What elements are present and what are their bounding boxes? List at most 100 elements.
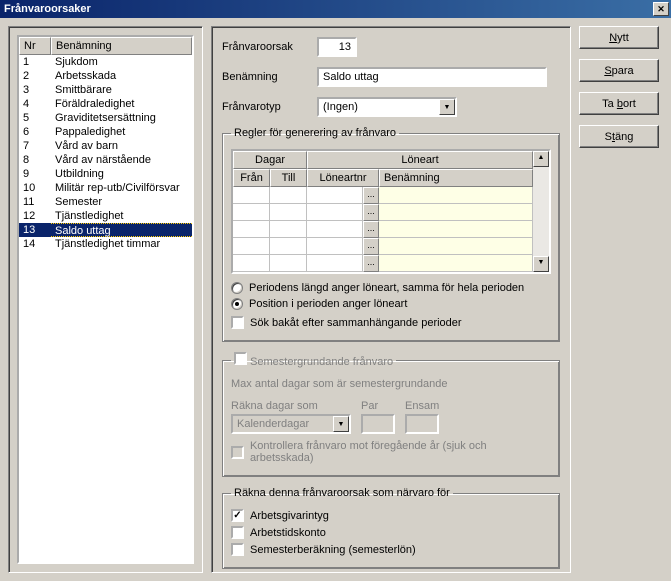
max-days-label: Max antal dagar som är semestergrundande xyxy=(231,378,551,390)
list-cell-ben: Utbildning xyxy=(51,167,192,181)
radio-icon xyxy=(231,282,243,294)
type-label: Frånvarotyp xyxy=(222,101,317,113)
list-cell-ben: Tjänstledighet xyxy=(51,209,192,223)
grid-cell-loneartnr[interactable] xyxy=(307,204,363,221)
scroll-up-icon[interactable]: ▲ xyxy=(533,151,549,167)
list-item[interactable]: 13Saldo uttag xyxy=(19,223,192,237)
list-item[interactable]: 4Föräldraledighet xyxy=(19,97,192,111)
list-cell-ben: Saldo uttag xyxy=(51,223,192,237)
checkbox-icon xyxy=(231,543,244,556)
list-item[interactable]: 5Graviditetsersättning xyxy=(19,111,192,125)
grid-cell-till[interactable] xyxy=(270,255,307,272)
close-button[interactable]: Stäng xyxy=(579,125,659,148)
list-item[interactable]: 11Semester xyxy=(19,195,192,209)
check-arbetsgivarintyg[interactable]: Arbetsgivarintyg xyxy=(231,509,551,522)
list-item[interactable]: 6Pappaledighet xyxy=(19,125,192,139)
list-cell-nr: 6 xyxy=(19,125,51,139)
save-button[interactable]: Spara xyxy=(579,59,659,82)
list-cell-ben: Semester xyxy=(51,195,192,209)
grid-cell-fran[interactable] xyxy=(233,187,270,204)
lookup-button[interactable]: ... xyxy=(363,204,379,221)
list-item[interactable]: 8Vård av närstående xyxy=(19,153,192,167)
radio-icon xyxy=(231,298,243,310)
list-item[interactable]: 1Sjukdom xyxy=(19,55,192,69)
grid-cell-fran[interactable] xyxy=(233,221,270,238)
table-row[interactable]: ... xyxy=(233,204,533,221)
grid-cell-loneartnr[interactable] xyxy=(307,255,363,272)
rules-fieldset: Regler för generering av frånvaro Dagar … xyxy=(222,127,560,342)
list-item[interactable]: 2Arbetsskada xyxy=(19,69,192,83)
lookup-button[interactable]: ... xyxy=(363,255,379,272)
table-row[interactable]: ... xyxy=(233,187,533,204)
list-item[interactable]: 14Tjänstledighet timmar xyxy=(19,237,192,251)
chevron-down-icon[interactable]: ▼ xyxy=(439,99,455,115)
rakna-label: Räkna dagar som xyxy=(231,400,351,412)
delete-button[interactable]: Ta bort xyxy=(579,92,659,115)
radio-position[interactable]: Position i perioden anger löneart xyxy=(231,298,551,310)
list-cell-nr: 3 xyxy=(19,83,51,97)
grid-cell-ben xyxy=(379,238,533,255)
list-cell-nr: 8 xyxy=(19,153,51,167)
list-cell-ben: Militär rep-utb/Civilförsvar xyxy=(51,181,192,195)
list-cell-ben: Vård av närstående xyxy=(51,153,192,167)
radio-period-length[interactable]: Periodens längd anger löneart, samma för… xyxy=(231,282,551,294)
grid-cell-loneartnr[interactable] xyxy=(307,238,363,255)
grid-cell-ben xyxy=(379,255,533,272)
grid-cell-fran[interactable] xyxy=(233,255,270,272)
list-cell-ben: Tjänstledighet timmar xyxy=(51,237,192,251)
grid-cell-till[interactable] xyxy=(270,238,307,255)
table-row[interactable]: ... xyxy=(233,255,533,272)
close-icon[interactable]: ✕ xyxy=(653,2,669,16)
type-value: (Ingen) xyxy=(323,101,358,113)
list-item[interactable]: 10Militär rep-utb/Civilförsvar xyxy=(19,181,192,195)
window-titlebar: Frånvaroorsaker ✕ xyxy=(0,0,671,18)
grid-cell-till[interactable] xyxy=(270,204,307,221)
list-item[interactable]: 3Smittbärare xyxy=(19,83,192,97)
check-semesterberakning[interactable]: Semesterberäkning (semesterlön) xyxy=(231,543,551,556)
list-cell-ben: Smittbärare xyxy=(51,83,192,97)
lookup-button[interactable]: ... xyxy=(363,187,379,204)
kontroll-checkbox xyxy=(231,446,244,459)
list-cell-nr: 13 xyxy=(19,223,51,237)
window-title: Frånvaroorsaker xyxy=(4,3,91,15)
rakna-combo: Kalenderdagar ▼ xyxy=(231,414,351,434)
grid-cell-ben xyxy=(379,187,533,204)
list-cell-nr: 10 xyxy=(19,181,51,195)
scroll-down-icon[interactable]: ▼ xyxy=(533,256,549,272)
list-cell-ben: Graviditetsersättning xyxy=(51,111,192,125)
table-row[interactable]: ... xyxy=(233,238,533,255)
type-combo[interactable]: (Ingen) ▼ xyxy=(317,97,457,117)
name-label: Benämning xyxy=(222,71,317,83)
list-item[interactable]: 9Utbildning xyxy=(19,167,192,181)
table-row[interactable]: ... xyxy=(233,221,533,238)
grid-cell-till[interactable] xyxy=(270,221,307,238)
name-input[interactable] xyxy=(317,67,547,87)
new-button[interactable]: Nytt xyxy=(579,26,659,49)
list-item[interactable]: 7Vård av barn xyxy=(19,139,192,153)
grid-cell-loneartnr[interactable] xyxy=(307,221,363,238)
ensam-label: Ensam xyxy=(405,400,439,412)
lookup-button[interactable]: ... xyxy=(363,221,379,238)
semester-checkbox[interactable] xyxy=(234,352,247,365)
list-cell-nr: 7 xyxy=(19,139,51,153)
par-label: Par xyxy=(361,400,395,412)
grid-scrollbar[interactable]: ▲ ▼ xyxy=(533,151,549,272)
check-search-back[interactable]: Sök bakåt efter sammanhängande perioder xyxy=(231,316,551,329)
checkbox-icon xyxy=(231,509,244,522)
grid-cell-fran[interactable] xyxy=(233,238,270,255)
grid-cell-fran[interactable] xyxy=(233,204,270,221)
lookup-button[interactable]: ... xyxy=(363,238,379,255)
code-input[interactable] xyxy=(317,37,357,57)
grid-cell-till[interactable] xyxy=(270,187,307,204)
list-cell-nr: 14 xyxy=(19,237,51,251)
list-item[interactable]: 12Tjänstledighet xyxy=(19,209,192,223)
list-header-ben[interactable]: Benämning xyxy=(51,37,192,55)
list-cell-nr: 2 xyxy=(19,69,51,83)
list-header-nr[interactable]: Nr xyxy=(19,37,51,55)
check-arbetstidskonto[interactable]: Arbetstidskonto xyxy=(231,526,551,539)
grid-header-fran: Från xyxy=(233,169,270,187)
list-cell-ben: Föräldraledighet xyxy=(51,97,192,111)
list-cell-nr: 5 xyxy=(19,111,51,125)
list-cell-ben: Sjukdom xyxy=(51,55,192,69)
grid-cell-loneartnr[interactable] xyxy=(307,187,363,204)
